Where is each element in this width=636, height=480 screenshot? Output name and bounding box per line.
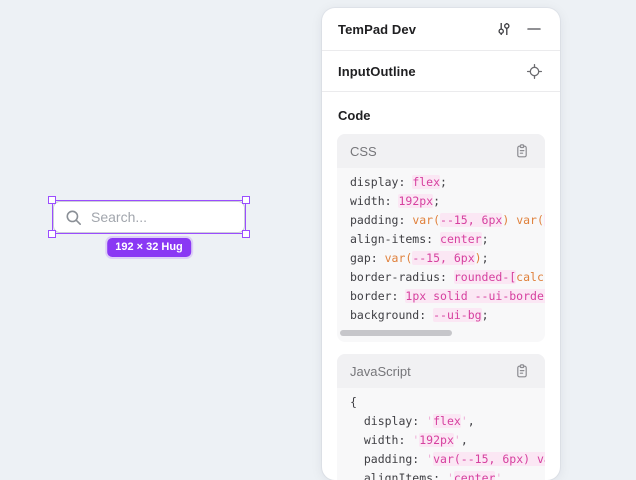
javascript-code-body[interactable]: { display: 'flex', width: '192px', paddi… <box>337 388 545 480</box>
component-row: InputOutline <box>322 51 560 92</box>
panel-title: TemPad Dev <box>338 22 494 37</box>
search-input[interactable]: Search... <box>53 201 245 233</box>
css-code-body[interactable]: display: flex;width: 192px;padding: var(… <box>337 168 545 327</box>
locate-target-icon[interactable] <box>524 61 544 81</box>
magnifier-icon <box>65 209 82 226</box>
selection-size-badge: 192 × 32 Hug <box>107 238 191 257</box>
css-code-block: CSS display: flex;width: 192px;padding: … <box>337 134 545 342</box>
tempad-dev-plugin-panel: TemPad Dev InputOutline <box>322 8 560 480</box>
selection-handle-bottom-left[interactable] <box>48 230 56 238</box>
selection-handle-top-right[interactable] <box>242 196 250 204</box>
selected-element-wrapper: Search... 192 × 32 Hug <box>53 201 245 233</box>
javascript-code-block: JavaScript { display: 'flex', width: '19… <box>337 354 545 480</box>
horizontal-scrollbar-thumb[interactable] <box>340 330 452 336</box>
javascript-code-label: JavaScript <box>350 364 512 379</box>
adjust-sliders-icon[interactable] <box>494 19 514 39</box>
panel-header: TemPad Dev <box>322 8 560 51</box>
search-placeholder-text: Search... <box>91 209 147 225</box>
copy-clipboard-icon[interactable] <box>512 361 532 381</box>
code-section-title: Code <box>322 92 560 134</box>
copy-clipboard-icon[interactable] <box>512 141 532 161</box>
selection-handle-bottom-right[interactable] <box>242 230 250 238</box>
javascript-code-header: JavaScript <box>337 354 545 388</box>
css-code-header: CSS <box>337 134 545 168</box>
selection-handle-top-left[interactable] <box>48 196 56 204</box>
component-name: InputOutline <box>338 64 524 79</box>
minimize-icon[interactable] <box>524 19 544 39</box>
css-code-label: CSS <box>350 144 512 159</box>
